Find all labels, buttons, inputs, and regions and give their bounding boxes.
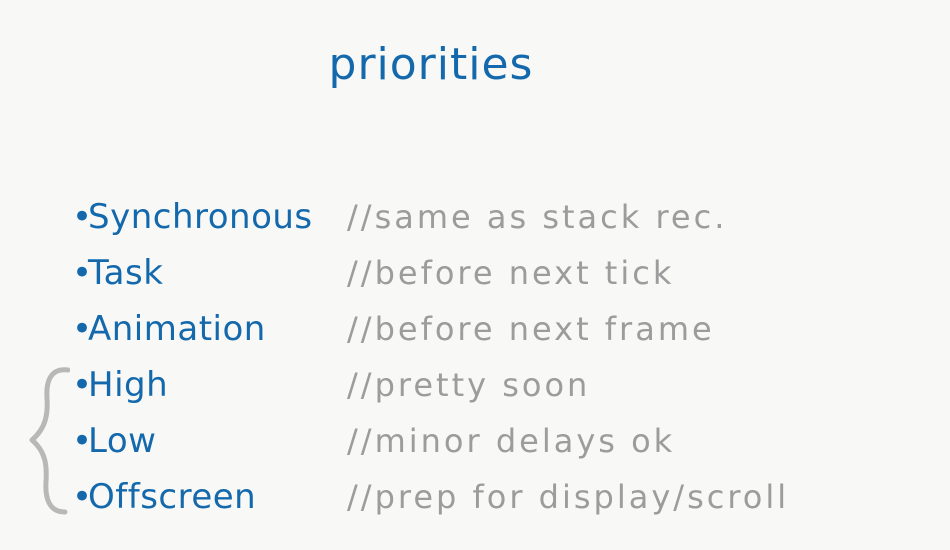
priority-row-synchronous: • Synchronous //same as stack rec. bbox=[72, 188, 932, 244]
priority-row-high: • High //pretty soon bbox=[72, 356, 932, 412]
slide: priorities • Synchronous //same as stack… bbox=[0, 0, 950, 550]
priority-comment: //before next frame bbox=[347, 310, 715, 348]
priority-term: High bbox=[88, 365, 169, 405]
priority-term: Offscreen bbox=[88, 477, 257, 517]
priority-list: • Synchronous //same as stack rec. • Tas… bbox=[72, 188, 932, 524]
priority-term: Animation bbox=[88, 309, 266, 349]
priority-row-task: • Task //before next tick bbox=[72, 244, 932, 300]
priority-comment: //before next tick bbox=[347, 254, 675, 292]
priority-row-animation: • Animation //before next frame bbox=[72, 300, 932, 356]
brace-icon bbox=[29, 367, 70, 515]
priority-row-low: • Low //minor delays ok bbox=[72, 412, 932, 468]
priority-term: Low bbox=[88, 421, 157, 461]
priority-term: Synchronous bbox=[88, 197, 313, 237]
priority-comment: //same as stack rec. bbox=[347, 198, 728, 236]
priority-row-offscreen: • Offscreen //prep for display/scroll bbox=[72, 468, 932, 524]
priority-comment: //pretty soon bbox=[347, 366, 591, 404]
priority-term: Task bbox=[88, 253, 164, 293]
priority-comment: //minor delays ok bbox=[347, 422, 676, 460]
priority-comment: //prep for display/scroll bbox=[347, 478, 790, 516]
slide-title: priorities bbox=[328, 39, 534, 90]
